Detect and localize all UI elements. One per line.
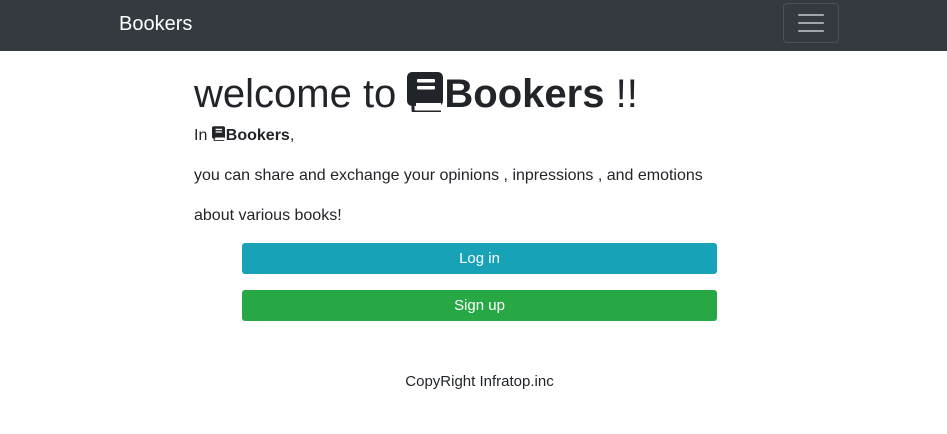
intro-line-1: In Bookers, <box>194 126 294 146</box>
navbar-brand[interactable]: Bookers <box>119 11 192 37</box>
book-icon <box>211 126 225 142</box>
hamburger-menu-icon <box>798 14 824 16</box>
page-title: welcome to Bookers !! <box>194 70 638 118</box>
footer-copyright: CopyRight Infratop.inc <box>405 373 554 390</box>
top-navbar: Bookers <box>0 0 947 51</box>
title-suffix: !! <box>604 72 638 116</box>
intro-prefix: In <box>194 127 212 144</box>
signup-button[interactable]: Sign up <box>242 290 717 321</box>
intro-line-2: you can share and exchange your opinions… <box>194 167 703 184</box>
title-prefix: welcome to <box>194 72 408 116</box>
book-icon <box>407 72 444 113</box>
hamburger-menu-icon-bar <box>798 22 824 24</box>
hamburger-menu-icon-bar <box>798 30 824 32</box>
intro-line-3: about various books! <box>194 207 342 224</box>
intro-suffix: , <box>289 127 295 144</box>
login-button[interactable]: Log in <box>242 243 717 274</box>
intro-app-name: Bookers <box>225 127 290 144</box>
navbar-toggler-button[interactable] <box>783 3 839 43</box>
title-app-name: Bookers <box>444 72 605 116</box>
